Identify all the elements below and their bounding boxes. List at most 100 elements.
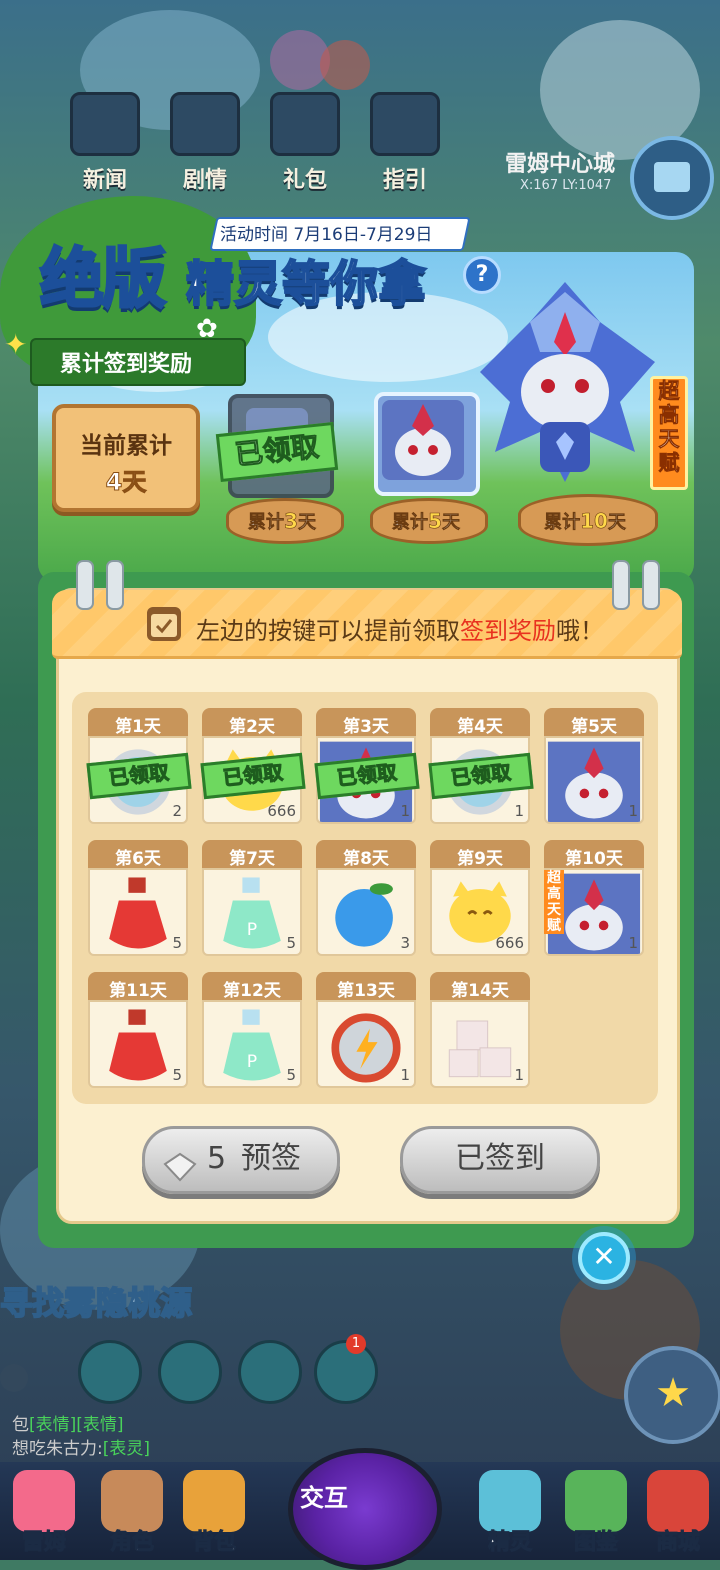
day-reward-cell[interactable]: 第13天 1 — [316, 972, 416, 1092]
reward-item: P5 — [202, 1000, 302, 1088]
day-label: 第9天 — [457, 849, 503, 869]
close-icon: ✕ — [592, 1240, 616, 1273]
quest-banner[interactable]: 寻找雾隐桃源 — [0, 1278, 193, 1324]
day-label: 第1天 — [115, 717, 161, 737]
day-label: 第6天 — [115, 849, 161, 869]
day-reward-cell[interactable]: 第1天 2 已领取 — [86, 708, 192, 828]
reward-item: 1 — [544, 736, 644, 824]
chat-line: 想吃朱古力:[表灵] — [12, 1439, 150, 1459]
story-label: 剧情 — [182, 168, 227, 193]
nav-bag[interactable]: 背包 — [174, 1470, 254, 1560]
milestone-5-portrait[interactable] — [374, 392, 480, 496]
close-button[interactable]: ✕ — [578, 1232, 630, 1284]
map-icon — [654, 162, 690, 192]
milestone-5-label: 累计5天 — [392, 509, 461, 534]
interact-label: 交互 — [300, 1484, 348, 1512]
nav-spirit[interactable]: 精灵 — [470, 1470, 550, 1560]
story-button[interactable]: 剧情 — [166, 92, 244, 193]
spirit-portrait-icon — [382, 400, 464, 480]
reward-quantity: 3 — [400, 934, 410, 952]
reward-quantity: 1 — [514, 802, 524, 820]
milestone-3-label: 累计3天 — [248, 509, 317, 534]
nav-role[interactable]: 角色 — [92, 1470, 172, 1560]
day-reward-cell[interactable]: 第9天 666 — [430, 840, 530, 960]
reward-item: 5 — [88, 1000, 188, 1088]
reward-quantity: 1 — [514, 1066, 524, 1084]
nav-leim[interactable]: 雷姆 — [4, 1470, 84, 1560]
reward-quantity: 5 — [172, 1066, 182, 1084]
binder-ring — [76, 560, 94, 610]
chat-icon[interactable] — [0, 1364, 28, 1392]
svg-text:P: P — [247, 1052, 257, 1072]
reward-quantity: 666 — [495, 934, 524, 952]
binder-ring — [612, 560, 630, 610]
news-icon — [70, 92, 140, 156]
milestone-10-label: 累计10天 — [544, 509, 626, 534]
day-reward-cell[interactable]: 第10天 1 超高天赋 — [544, 840, 644, 960]
reward-item: 3 — [316, 868, 416, 956]
reward-item: 5 — [88, 868, 188, 956]
shop-icon — [647, 1470, 709, 1532]
bell-button[interactable] — [314, 1340, 378, 1404]
day-label: 第11天 — [109, 981, 167, 1001]
day-reward-cell[interactable]: 第2天 666 已领取 — [200, 708, 306, 828]
reward-item: 1 — [316, 1000, 416, 1088]
sparkle-icon: ✦ — [4, 328, 28, 361]
reward-quantity: 1 — [400, 802, 410, 820]
nav-role-label: 角色 — [109, 1530, 154, 1556]
mount-button[interactable] — [78, 1340, 142, 1404]
day-reward-cell[interactable]: 第6天 5 — [88, 840, 188, 960]
current-total-label: 当前累计 — [80, 433, 172, 459]
super-talent-tag: 超高天赋 — [544, 870, 564, 934]
day-reward-cell[interactable]: 第3天 1 已领取 — [314, 708, 420, 828]
day-reward-cell[interactable]: 第8天 3 — [316, 840, 416, 960]
news-button[interactable]: 新闻 — [66, 92, 144, 193]
nav-shop[interactable]: 商城 — [638, 1470, 718, 1560]
guide-icon — [370, 92, 440, 156]
reward-quantity: 1 — [628, 934, 638, 952]
signed-in-button[interactable]: 已签到 — [400, 1126, 600, 1194]
nav-codex-label: 图鉴 — [573, 1530, 618, 1556]
map-button[interactable] — [630, 136, 714, 220]
role-icon — [101, 1470, 163, 1532]
reward-quantity: 5 — [286, 934, 296, 952]
star-icon: ★ — [655, 1370, 691, 1416]
milestone-10-spirit[interactable] — [470, 282, 660, 492]
guide-button[interactable]: 指引 — [366, 92, 444, 193]
binder-ring — [106, 560, 124, 610]
day-reward-cell[interactable]: 第5天 1 — [544, 708, 644, 828]
story-icon — [170, 92, 240, 156]
day-label: 第8天 — [343, 849, 389, 869]
event-time: 活动时间 7月16日-7月29日 — [220, 225, 433, 245]
gift-pack-button[interactable]: 礼包 — [266, 92, 344, 193]
reward-item: P5 — [202, 868, 302, 956]
compass-button[interactable] — [158, 1340, 222, 1404]
location-name: 雷姆中心城 — [505, 152, 616, 177]
nav-spirit-label: 精灵 — [487, 1530, 532, 1556]
favorite-button[interactable]: ★ — [624, 1346, 720, 1444]
super-talent-tag: 超高天赋 — [650, 376, 688, 490]
day-label: 第10天 — [565, 849, 623, 869]
signed-in-label: 已签到 — [455, 1141, 545, 1176]
pre-sign-button[interactable]: 5 预签 — [142, 1126, 340, 1194]
day-label: 第14天 — [451, 981, 509, 1001]
guide-label: 指引 — [382, 168, 427, 193]
day-label: 第2天 — [229, 717, 275, 737]
day-reward-cell[interactable]: 第14天 1 — [430, 972, 530, 1092]
day-reward-cell[interactable]: 第11天 5 — [88, 972, 188, 1092]
day-reward-cell[interactable]: 第7天 P 5 — [202, 840, 302, 960]
reward-quantity: 1 — [400, 1066, 410, 1084]
day-label: 第3天 — [343, 717, 389, 737]
nav-codex[interactable]: 图鉴 — [556, 1470, 636, 1560]
pet-button[interactable] — [238, 1340, 302, 1404]
notebook-hint: 左边的按键可以提前领取签到奖励哦！ — [196, 617, 604, 645]
backpack-icon — [183, 1470, 245, 1532]
location-coords: X:167 LY:1047 — [520, 178, 612, 193]
day-reward-cell[interactable]: 第4天 1 已领取 — [428, 708, 534, 828]
codex-icon — [565, 1470, 627, 1532]
news-label: 新闻 — [82, 168, 127, 193]
spirit-icon — [479, 1470, 541, 1532]
day-reward-cell[interactable]: 第12天 P 5 — [202, 972, 302, 1092]
calendar-check-icon — [147, 607, 181, 641]
event-title-main: 绝版 — [39, 242, 168, 319]
